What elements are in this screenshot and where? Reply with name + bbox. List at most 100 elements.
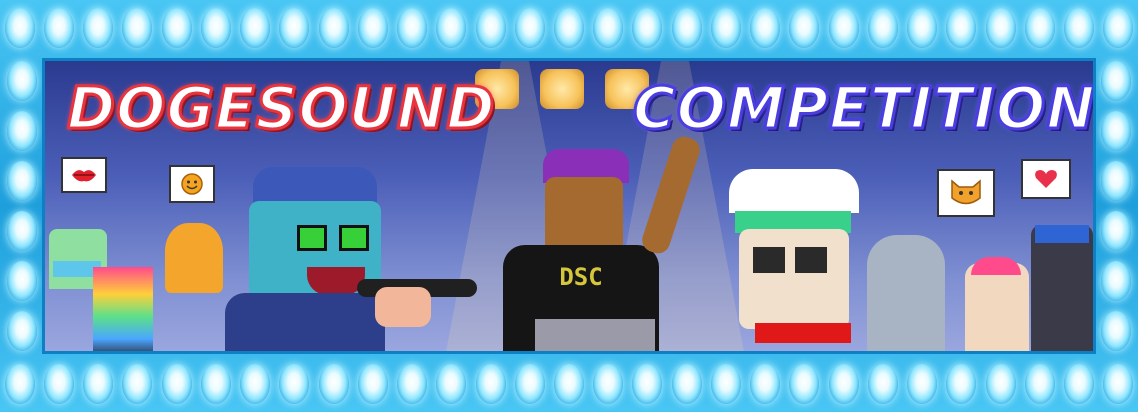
marquee-bulb: [593, 364, 624, 404]
marquee-bulb: [710, 364, 741, 404]
marquee-bulb: [907, 364, 938, 404]
marquee-bulb: [200, 364, 231, 404]
marquee-bulb: [357, 8, 388, 48]
marquee-bulb: [1101, 161, 1131, 201]
red-scarf: [755, 323, 851, 343]
crowd-character-rainbow-hair: [93, 267, 153, 351]
singer-jacket: [225, 293, 385, 351]
marquee-bulb: [397, 8, 428, 48]
marquee-bulb: [436, 8, 467, 48]
marquee-bulb: [318, 8, 349, 48]
crowd-character-doge: [165, 223, 223, 293]
dj-turntable: [535, 319, 655, 351]
marquee-bulb: [279, 364, 310, 404]
marquee-bulb: [83, 8, 114, 48]
marquee-bulb: [200, 8, 231, 48]
marquee-bulb: [867, 8, 898, 48]
marquee-bulb: [357, 364, 388, 404]
lips-icon: [72, 170, 96, 182]
character-bucket-hat: [739, 229, 849, 329]
marquee-bulb: [789, 364, 820, 404]
banner: DOGESOUND COMPETITION DSC: [0, 0, 1138, 412]
marquee-bulb: [867, 364, 898, 404]
bottom-bulb-row: [0, 356, 1138, 412]
blue-beanie: [1035, 225, 1089, 243]
marquee-bulb: [240, 364, 271, 404]
marquee-bulb: [946, 8, 977, 48]
marquee-bulb: [43, 364, 74, 404]
stage-light: [540, 69, 584, 109]
title-dogesound: DOGESOUND: [66, 74, 497, 142]
marquee-bulb: [122, 8, 153, 48]
crowd-character-masked: [1031, 225, 1093, 351]
marquee-bulb: [318, 364, 349, 404]
marquee-bulb: [632, 8, 663, 48]
marquee-bulb: [1101, 261, 1131, 301]
marquee-bulb: [789, 8, 820, 48]
marquee-bulb: [1064, 8, 1095, 48]
marquee-bulb: [514, 364, 545, 404]
stage-scene: DOGESOUND COMPETITION DSC: [42, 58, 1096, 354]
marquee-bulb: [43, 8, 74, 48]
crowd-character-hooded: [867, 235, 945, 351]
dj-shirt-logo: DSC: [559, 263, 603, 291]
marquee-bulb: [7, 61, 37, 101]
marquee-bulb: [514, 8, 545, 48]
right-bulb-column: [1094, 56, 1138, 356]
marquee-bulb: [240, 8, 271, 48]
marquee-bulb: [83, 364, 114, 404]
marquee-bulb: [1101, 211, 1131, 251]
marquee-bulb: [1103, 8, 1134, 48]
marquee-bulb: [750, 8, 781, 48]
singer-eye-left: [297, 225, 327, 251]
marquee-bulb: [397, 364, 428, 404]
crowd-character-propeller-hat: [965, 263, 1029, 351]
marquee-bulb: [1101, 111, 1131, 151]
marquee-bulb: [161, 364, 192, 404]
marquee-bulb: [1103, 364, 1134, 404]
marquee-bulb: [436, 364, 467, 404]
smiley-bubble: [169, 165, 215, 203]
marquee-bulb: [122, 364, 153, 404]
marquee-bulb: [1024, 364, 1055, 404]
marquee-bulb: [161, 8, 192, 48]
smiley-icon: [181, 173, 203, 195]
marquee-bulb: [475, 8, 506, 48]
marquee-bulb: [1024, 8, 1055, 48]
doge-face-icon: [951, 179, 981, 205]
marquee-bulb: [1101, 311, 1131, 351]
marquee-bulb: [1064, 364, 1095, 404]
marquee-bulb: [1101, 61, 1131, 101]
doge-bubble: [937, 169, 995, 217]
marquee-bulb: [985, 8, 1016, 48]
singer-eye-right: [339, 225, 369, 251]
marquee-bulb: [7, 261, 37, 301]
marquee-bulb: [828, 8, 859, 48]
singer-hand: [375, 287, 431, 327]
marquee-bulb: [279, 8, 310, 48]
left-bulb-column: [0, 56, 44, 356]
top-bulb-row: [0, 0, 1138, 56]
white-bucket-hat: [729, 169, 859, 213]
lips-bubble: [61, 157, 107, 193]
marquee-bulb: [7, 161, 37, 201]
title-competition: COMPETITION: [632, 74, 1096, 142]
marquee-bulb: [710, 8, 741, 48]
marquee-bulb: [7, 311, 37, 351]
glasses-right: [795, 247, 827, 273]
marquee-bulb: [671, 8, 702, 48]
marquee-bulb: [4, 364, 35, 404]
marquee-bulb: [750, 364, 781, 404]
singer-mouth: [307, 267, 365, 295]
heart-icon: [1035, 170, 1057, 188]
marquee-bulb: [7, 211, 37, 251]
marquee-bulb: [7, 111, 37, 151]
propeller-hat: [971, 257, 1021, 275]
marquee-bulb: [828, 364, 859, 404]
marquee-bulb: [4, 8, 35, 48]
marquee-bulb: [554, 8, 584, 48]
marquee-bulb: [907, 8, 938, 48]
marquee-bulb: [632, 364, 663, 404]
marquee-bulb: [554, 364, 584, 404]
marquee-bulb: [946, 364, 977, 404]
